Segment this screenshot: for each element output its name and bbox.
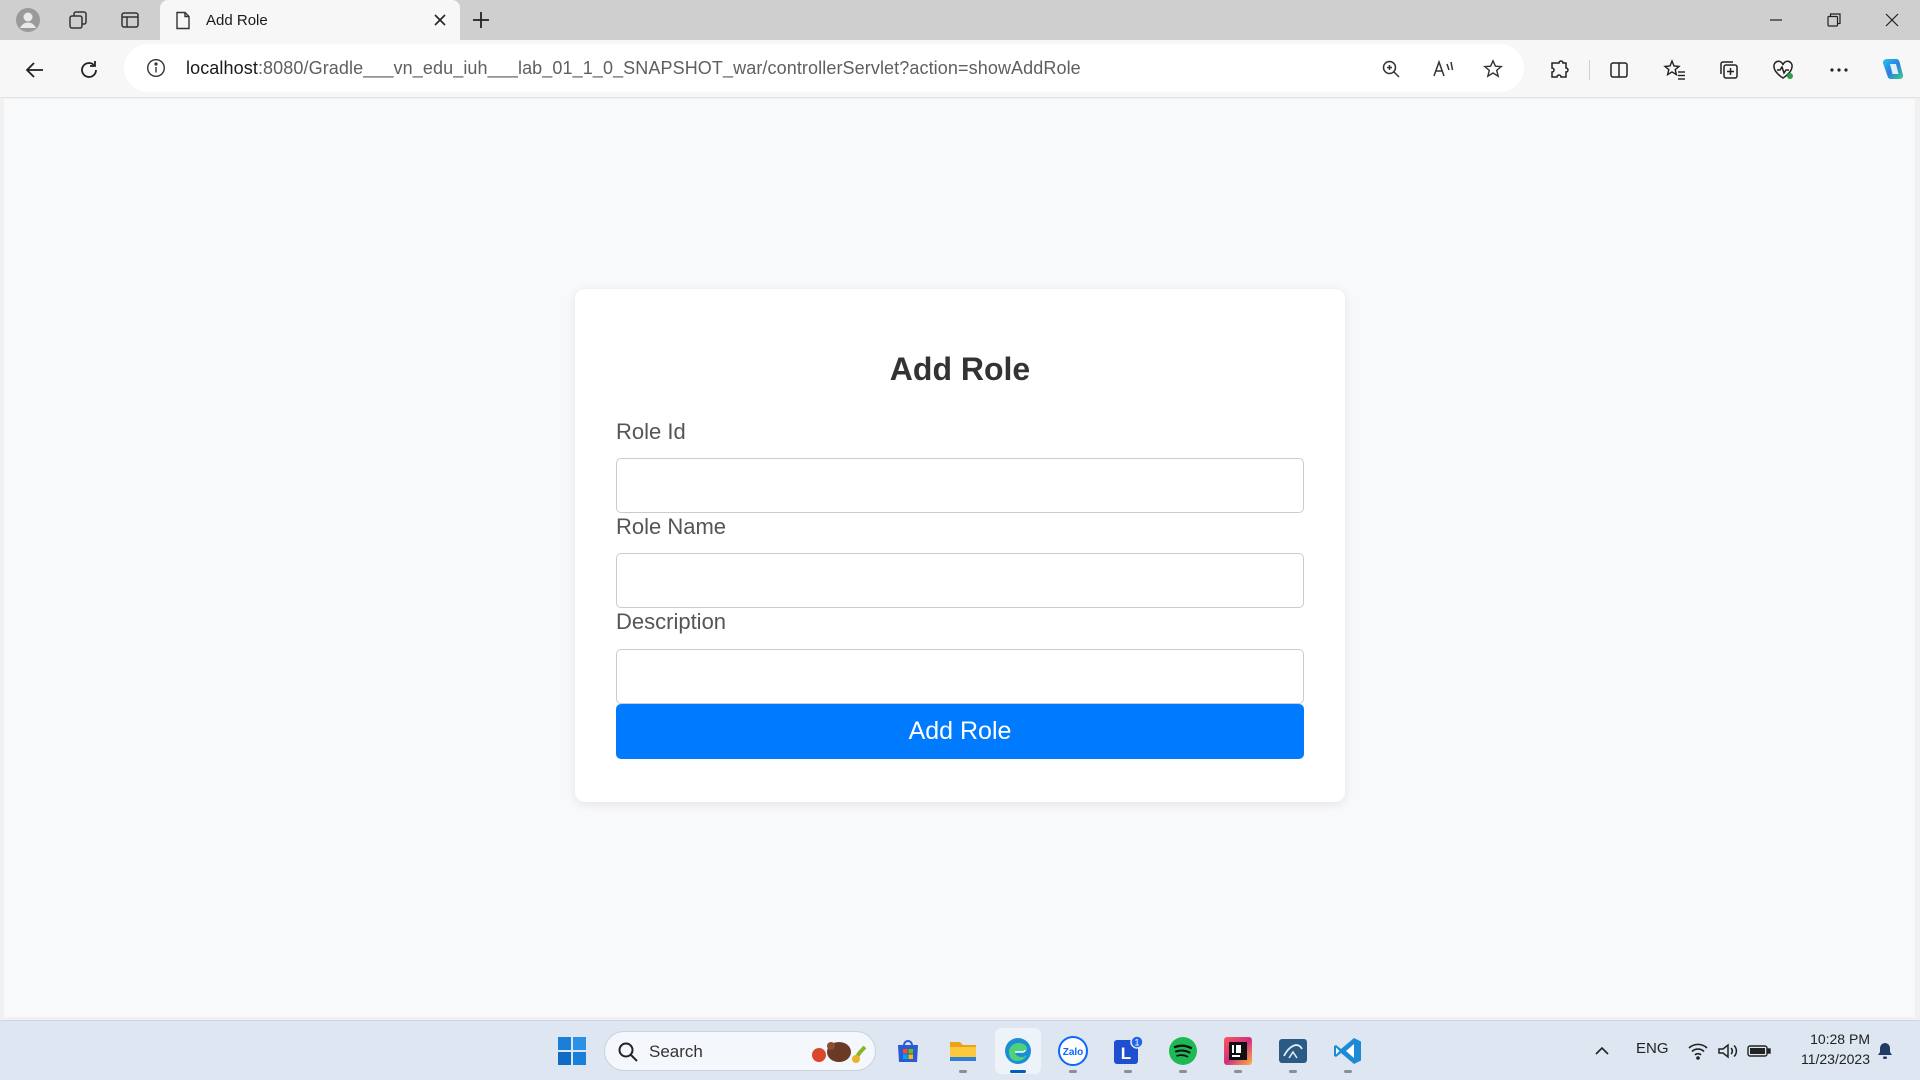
running-indicator bbox=[1344, 1070, 1352, 1073]
toolbar-divider bbox=[1589, 60, 1590, 80]
running-indicator bbox=[1289, 1070, 1297, 1073]
volume-icon[interactable] bbox=[1716, 1039, 1740, 1063]
role-id-input[interactable] bbox=[616, 458, 1304, 513]
input-language[interactable]: ENG bbox=[1636, 1040, 1669, 1057]
form-title: Add Role bbox=[889, 351, 1031, 387]
tab-title: Add Role bbox=[206, 11, 268, 29]
taskbar-search[interactable]: Search bbox=[604, 1031, 876, 1071]
description-input[interactable] bbox=[616, 649, 1304, 704]
notification-bell-icon[interactable] bbox=[1874, 1039, 1896, 1063]
zoom-icon[interactable] bbox=[1376, 54, 1406, 84]
running-indicator bbox=[1234, 1070, 1242, 1073]
svg-text:Zalo: Zalo bbox=[1063, 1047, 1084, 1058]
close-tab-icon[interactable] bbox=[426, 6, 454, 34]
file-explorer-icon[interactable] bbox=[940, 1028, 986, 1074]
store-icon[interactable] bbox=[885, 1028, 931, 1074]
add-role-form: Add Role Role Id Role Name Description A… bbox=[575, 289, 1345, 802]
active-indicator bbox=[1010, 1070, 1026, 1073]
running-indicator bbox=[959, 1070, 967, 1073]
page-icon bbox=[174, 10, 192, 30]
running-indicator bbox=[1069, 1070, 1077, 1073]
refresh-icon[interactable] bbox=[72, 53, 106, 87]
battery-icon[interactable] bbox=[1746, 1039, 1772, 1063]
svg-text:L: L bbox=[1121, 1044, 1131, 1063]
running-indicator bbox=[1179, 1070, 1187, 1073]
new-tab-icon[interactable] bbox=[466, 5, 496, 35]
back-icon[interactable] bbox=[18, 53, 52, 87]
minimize-icon[interactable] bbox=[1748, 0, 1804, 40]
copilot-icon[interactable] bbox=[1876, 53, 1910, 87]
intellij-icon[interactable] bbox=[1215, 1028, 1261, 1074]
split-screen-icon[interactable] bbox=[1602, 53, 1636, 87]
role-name-input[interactable] bbox=[616, 553, 1304, 608]
zalo-icon[interactable]: Zalo bbox=[1050, 1028, 1096, 1074]
extensions-icon[interactable] bbox=[1542, 53, 1576, 87]
favorites-icon[interactable] bbox=[1658, 53, 1692, 87]
url-path: :8080/Gradle___vn_edu_iuh___lab_01_1_0_S… bbox=[257, 58, 1081, 78]
clock-time: 10:28 PM bbox=[1810, 1031, 1870, 1047]
role-id-label: Role Id bbox=[616, 419, 686, 444]
lark-icon[interactable]: L1 bbox=[1105, 1028, 1151, 1074]
clock-date: 11/23/2023 bbox=[1800, 1051, 1870, 1067]
collections-icon[interactable] bbox=[1712, 53, 1746, 87]
restore-icon[interactable] bbox=[1806, 0, 1862, 40]
search-highlight-icon bbox=[809, 1039, 869, 1065]
wifi-icon[interactable] bbox=[1686, 1039, 1710, 1063]
edge-icon[interactable] bbox=[995, 1028, 1041, 1074]
add-role-button[interactable]: Add Role bbox=[616, 704, 1304, 759]
favorite-star-icon[interactable] bbox=[1478, 54, 1508, 84]
workspaces-icon[interactable] bbox=[62, 6, 94, 34]
url-text[interactable]: localhost:8080/Gradle___vn_edu_iuh___lab… bbox=[186, 58, 1081, 79]
browser-essentials-icon[interactable] bbox=[1766, 53, 1800, 87]
url-host: localhost bbox=[186, 58, 258, 78]
browser-tab-bar: Add Role bbox=[0, 0, 1920, 40]
description-label: Description bbox=[616, 609, 727, 634]
search-label: Search bbox=[649, 1042, 703, 1061]
more-options-icon[interactable] bbox=[1822, 53, 1856, 87]
close-window-icon[interactable] bbox=[1864, 0, 1920, 40]
taskbar: Search Zalo L1 ENG 10:28 PM 11/23/2023 bbox=[0, 1020, 1920, 1080]
running-indicator bbox=[1124, 1070, 1132, 1073]
spotify-icon[interactable] bbox=[1160, 1028, 1206, 1074]
search-icon bbox=[617, 1041, 639, 1063]
start-icon[interactable] bbox=[549, 1028, 595, 1074]
svg-text:1: 1 bbox=[1134, 1038, 1139, 1048]
role-name-label: Role Name bbox=[616, 514, 727, 539]
mysql-workbench-icon[interactable] bbox=[1270, 1028, 1316, 1074]
address-bar[interactable]: localhost:8080/Gradle___vn_edu_iuh___lab… bbox=[124, 44, 1524, 92]
tab-add-role[interactable]: Add Role bbox=[160, 0, 460, 40]
profile-icon[interactable] bbox=[12, 6, 44, 34]
vscode-icon[interactable] bbox=[1325, 1028, 1371, 1074]
read-aloud-icon[interactable] bbox=[1428, 54, 1458, 84]
system-clock[interactable]: 10:28 PM 11/23/2023 bbox=[1780, 1029, 1870, 1069]
show-hidden-icons-icon[interactable] bbox=[1592, 1039, 1612, 1063]
vertical-tabs-icon[interactable] bbox=[114, 6, 146, 34]
browser-toolbar: localhost:8080/Gradle___vn_edu_iuh___lab… bbox=[0, 40, 1920, 98]
page-viewport: Add Role Role Id Role Name Description A… bbox=[4, 99, 1915, 1017]
site-info-icon[interactable] bbox=[144, 56, 168, 80]
